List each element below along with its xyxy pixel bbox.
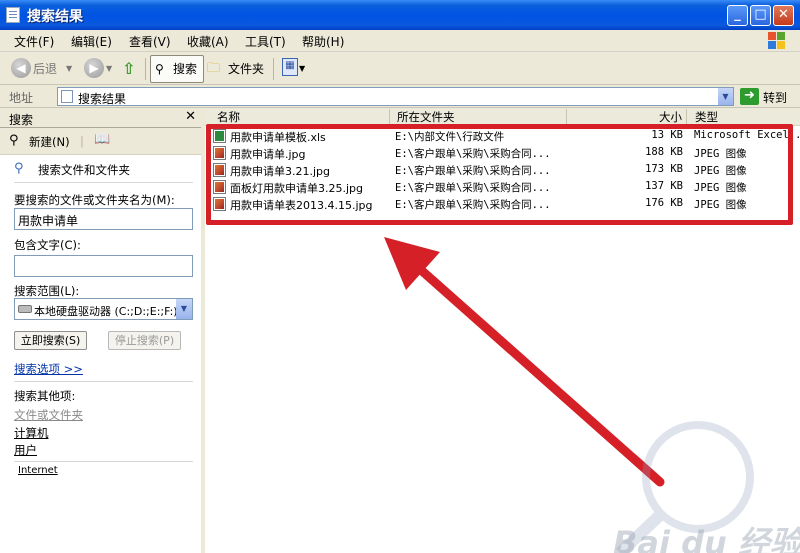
watermark-text: Bai du 经验 [613, 524, 800, 553]
annotation-arrow [384, 237, 665, 487]
